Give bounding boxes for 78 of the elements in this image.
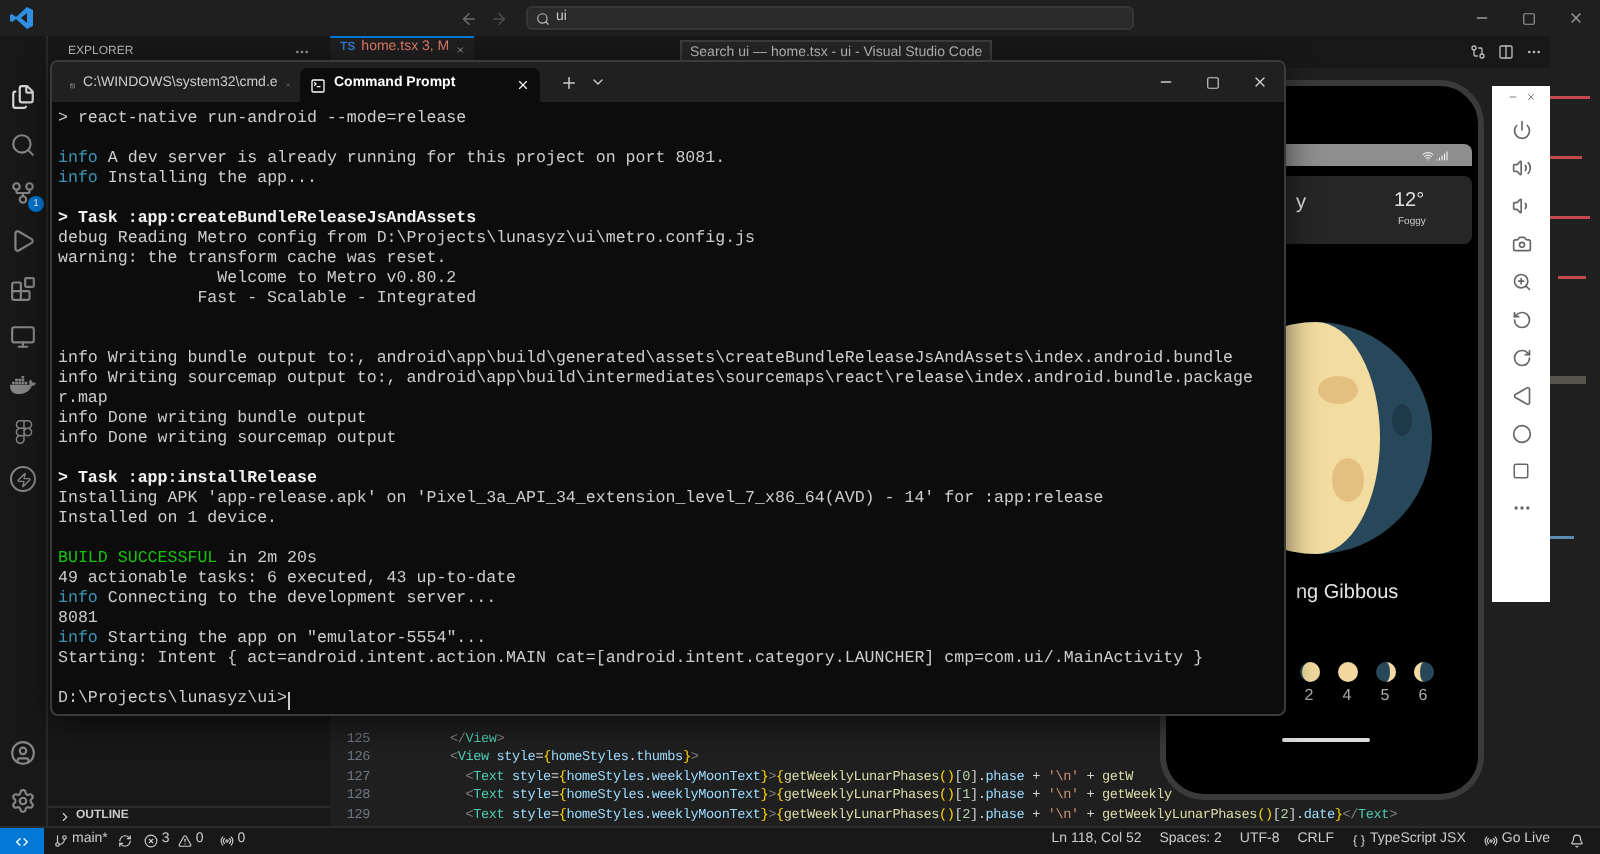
notifications-icon[interactable]: [1570, 834, 1584, 848]
broadcast-icon: [219, 834, 234, 848]
search-icon[interactable]: [10, 132, 36, 158]
back-icon[interactable]: [460, 9, 478, 27]
terminal-line: Starting: Intent { act=android.intent.action.MAIN cat=[android.intent.category.LAUNCHER] cmp=com.ui/.MainActivity }: [58, 650, 1204, 670]
moon-phase-icon: [1375, 662, 1395, 682]
remote-button[interactable]: [0, 828, 44, 854]
back-icon[interactable]: [1511, 386, 1531, 406]
moon-phase-icon: [1337, 662, 1357, 682]
terminal-line: r.map: [58, 390, 108, 410]
terminal-line: > Task :app:installRelease: [58, 470, 317, 490]
terminal-line: info Done writing sourcemap output: [58, 430, 397, 450]
terminal-line: Welcome to Metro v0.80.2: [215, 270, 457, 290]
terminal-line: info Connecting to the development server...: [58, 590, 497, 610]
terminal-line: 49 actionable tasks: 6 executed, 43 up-to-date: [58, 570, 517, 590]
remote-icon: [14, 833, 30, 849]
overview-icon[interactable]: [1512, 462, 1530, 480]
extensions-icon[interactable]: [10, 276, 36, 302]
lightning-icon[interactable]: [10, 466, 36, 492]
terminal-line: > Task :app:createBundleReleaseJsAndAssets: [58, 210, 477, 230]
settings-icon[interactable]: [10, 788, 36, 814]
dropdown-icon[interactable]: [590, 74, 606, 90]
new-tab-icon[interactable]: [560, 73, 578, 91]
terminal-line: debug Reading Metro config from D:\Projects\lunasyz\ui\metro.config.js: [58, 230, 756, 250]
terminal-icon: [310, 77, 326, 93]
braces-icon: [1352, 834, 1367, 848]
terminal-line: > react-native run-android --mode=release: [58, 110, 467, 130]
zoom-in-icon[interactable]: [1511, 272, 1531, 292]
sync-icon[interactable]: [117, 834, 132, 848]
shapes-icon[interactable]: [11, 420, 35, 444]
rotate-right-icon[interactable]: [1511, 348, 1531, 368]
branch-icon: [54, 834, 68, 848]
temperature: 12°: [1394, 190, 1425, 212]
terminal-line: info Installing the app...: [58, 170, 317, 190]
split-editor-icon[interactable]: [1498, 44, 1514, 60]
compare-icon[interactable]: [1470, 44, 1486, 60]
broadcast-icon: [1483, 834, 1498, 848]
whale-icon[interactable]: [10, 372, 36, 398]
search-icon: [536, 11, 550, 25]
phase-name: ng Gibbous: [1296, 582, 1399, 606]
chevron-right-icon: [58, 810, 72, 824]
terminal-prompt: D:\Projects\lunasyz\ui>: [58, 690, 288, 710]
day-label: 4: [1342, 686, 1352, 704]
terminal-line: Installed on 1 device.: [58, 510, 278, 530]
power-icon[interactable]: [1511, 120, 1531, 140]
day-label: 6: [1418, 686, 1428, 704]
terminal-line: info Starting the app on "emulator-5554"...: [58, 630, 487, 650]
terminal-line: info Done writing bundle output: [58, 410, 367, 430]
volume-up-icon[interactable]: [1511, 158, 1531, 178]
moon-phase-icon: [1413, 662, 1433, 682]
explorer-icon[interactable]: [10, 84, 36, 110]
home-icon[interactable]: [1511, 424, 1531, 444]
monitor-icon[interactable]: [10, 324, 36, 350]
app-logo-icon: [10, 6, 34, 30]
weather-title: y: [1296, 192, 1306, 214]
day-label: 2: [1304, 686, 1314, 704]
rotate-left-icon[interactable]: [1511, 310, 1531, 330]
terminal-line: info Writing bundle output to:, android\app\build\generated\assets\createBundleReleaseJsAndAssets\index.android.bundle: [58, 350, 1234, 370]
run-debug-icon[interactable]: [10, 228, 36, 254]
warning-icon: [177, 834, 192, 848]
terminal-line: info A dev server is already running for this project on port 8081.: [58, 150, 726, 170]
terminal-line: BUILD SUCCESSFUL in 2m 20s: [58, 550, 317, 570]
maximize-icon[interactable]: [1206, 75, 1220, 89]
volume-down-icon[interactable]: [1511, 196, 1531, 216]
source-control-icon[interactable]: [10, 180, 36, 206]
terminal-line: 8081: [58, 610, 98, 630]
terminal-line: Fast - Scalable - Integrated: [195, 290, 477, 310]
terminal-line: info Writing sourcemap output to:, android\app\build\intermediates\sourcemaps\react\release\index.android.bundle.package: [58, 370, 1253, 390]
day-label: 5: [1380, 686, 1390, 704]
account-icon[interactable]: [10, 740, 36, 766]
maximize-icon[interactable]: [1522, 11, 1536, 25]
terminal-line: warning: the transform cache was reset.: [58, 250, 447, 270]
terminal-line: Installing APK 'app-release.apk' on 'Pixel_3a_API_34_extension_level_7_x86_64(AVD) - 14' for :app:release: [58, 490, 1104, 510]
text-cursor: [287, 691, 290, 709]
camera-icon[interactable]: [1511, 234, 1531, 254]
close-icon[interactable]: [1568, 10, 1584, 26]
moon-phase-icon: [1299, 662, 1319, 682]
error-icon: [143, 834, 158, 848]
